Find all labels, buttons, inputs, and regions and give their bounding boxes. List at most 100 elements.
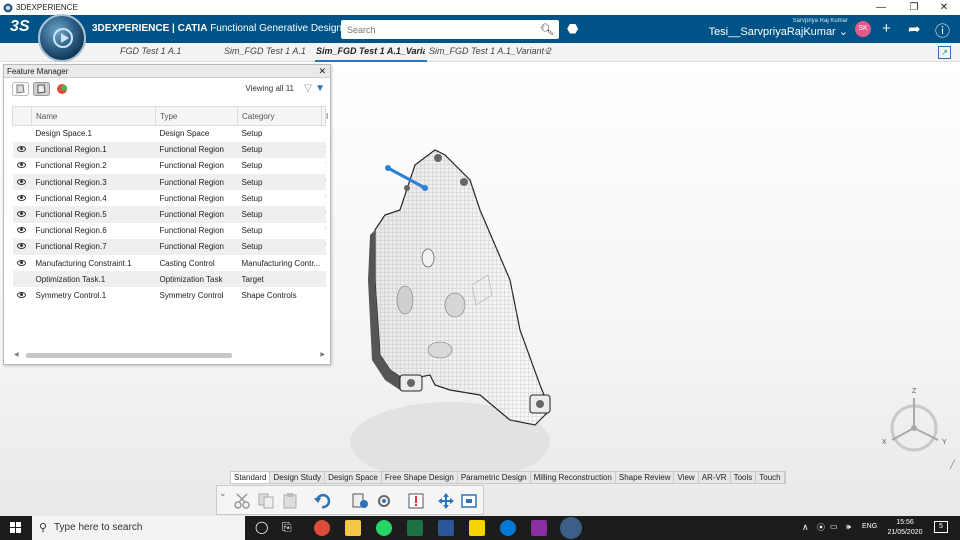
table-row[interactable]: Functional Region.1 Functional Region Setu… <box>12 141 326 158</box>
edge-icon[interactable] <box>500 520 516 536</box>
settings-icon[interactable] <box>375 492 393 510</box>
battery-icon[interactable]: ▭ <box>830 522 838 531</box>
action-tab-shape-review[interactable]: Shape Review <box>616 472 675 483</box>
resize-grip-icon[interactable]: ╱ <box>950 460 955 469</box>
column-header-category[interactable]: Category <box>237 106 322 126</box>
axis-triad[interactable] <box>880 388 948 452</box>
search-icon[interactable]: 🔍︎ <box>540 23 554 36</box>
visibility-cell[interactable] <box>12 174 32 191</box>
excel-icon[interactable] <box>407 520 423 536</box>
results-view-icon[interactable] <box>54 82 71 96</box>
paste-icon[interactable] <box>281 492 299 510</box>
action-tab-free-shape-design[interactable]: Free Shape Design <box>382 472 458 483</box>
move-icon[interactable] <box>437 492 455 510</box>
tab-sim-fgd-variant-2[interactable]: Sim_FGD Test 1 A.1_Variant 2 <box>429 46 552 56</box>
windows-start-icon[interactable] <box>10 522 22 534</box>
tray-expand-icon[interactable]: ∧ <box>802 522 809 533</box>
table-row[interactable]: Functional Region.4 Functional Region Setu… <box>13 190 326 206</box>
search-box[interactable]: 🔍︎ <box>341 20 559 39</box>
visibility-cell[interactable] <box>13 190 32 206</box>
feature-manager-title-bar[interactable]: Feature Manager ✕ <box>4 65 330 78</box>
table-row[interactable]: Functional Region.5 Functional Region Setu… <box>12 206 326 223</box>
eye-icon[interactable] <box>16 259 26 266</box>
tab-sim-fgd[interactable]: Sim_FGD Test 1 A.1 <box>224 46 306 56</box>
add-tab-button[interactable]: + <box>544 46 549 56</box>
eye-icon[interactable] <box>16 211 26 218</box>
tree-view-icon[interactable] <box>33 82 50 96</box>
table-row[interactable]: Functional Region.3 Functional Region Setu… <box>12 174 326 191</box>
table-row[interactable]: Optimization Task.1 Optimization Task Targ… <box>12 271 326 288</box>
search-input[interactable] <box>341 20 531 39</box>
visibility-cell[interactable] <box>13 287 32 303</box>
table-row[interactable]: Manufacturing Constraint.1 Casting Contro… <box>13 255 326 271</box>
action-tab-view[interactable]: View <box>674 472 699 483</box>
avatar[interactable]: SK <box>855 21 871 37</box>
sticky-notes-icon[interactable] <box>469 520 485 536</box>
action-tab-touch[interactable]: Touch <box>756 472 785 483</box>
minimize-button[interactable]: — <box>867 0 895 15</box>
eye-icon[interactable] <box>16 227 26 234</box>
file-explorer-icon[interactable] <box>345 520 361 536</box>
warning-icon[interactable] <box>407 492 425 510</box>
volume-icon[interactable]: 🕪︎ <box>846 522 851 532</box>
taskbar-search[interactable]: ⚲ Type here to search <box>32 516 245 540</box>
table-row[interactable]: Functional Region.7 Functional Region Setu… <box>12 238 326 255</box>
eye-icon[interactable] <box>16 194 26 201</box>
column-header-name[interactable]: Name <box>31 106 156 126</box>
user-info[interactable]: Sarvpriya Raj Kumar Tesi__SarvpriyaRajKu… <box>709 18 848 38</box>
action-tab-ar-vr[interactable]: AR-VR <box>699 472 731 483</box>
tab-sim-fgd-variant[interactable]: Sim_FGD Test 1 A.1_Varian <box>316 46 425 56</box>
language-indicator[interactable]: ENG <box>862 523 877 530</box>
share-icon[interactable]: ➦ <box>908 20 921 38</box>
app-icon[interactable] <box>531 520 547 536</box>
visibility-cell[interactable] <box>13 126 32 142</box>
column-header-extra[interactable]: I <box>321 106 328 126</box>
clock[interactable]: 15:56 21/05/2020 <box>885 518 925 538</box>
play-icon[interactable] <box>53 28 73 48</box>
close-icon[interactable]: ✕ <box>318 65 326 78</box>
visibility-cell[interactable] <box>13 223 32 239</box>
tag-icon[interactable]: ⬣ <box>567 21 578 37</box>
collapse-action-bar-icon[interactable]: ⌄ <box>219 488 227 499</box>
action-tab-design-study[interactable]: Design Study <box>270 472 326 483</box>
table-row[interactable]: Design Space.1 Design Space Setup F <box>13 126 326 142</box>
eye-icon[interactable] <box>16 178 26 185</box>
eye-icon[interactable] <box>16 243 26 250</box>
eye-icon[interactable] <box>16 162 26 169</box>
eye-icon[interactable] <box>16 291 26 298</box>
fit-all-icon[interactable] <box>460 492 478 510</box>
close-window-button[interactable]: ✕ <box>930 0 958 15</box>
action-tab-tools[interactable]: Tools <box>731 472 757 483</box>
visibility-cell[interactable] <box>12 271 32 288</box>
undo-icon[interactable] <box>313 492 331 510</box>
filter-icon[interactable]: ▽ <box>304 83 312 94</box>
action-tab-standard[interactable]: Standard <box>231 472 271 483</box>
column-header-type[interactable]: Type <box>155 106 238 126</box>
column-header-visibility[interactable] <box>12 106 32 126</box>
compass-widget[interactable] <box>38 14 86 62</box>
notifications-icon[interactable]: 5 <box>934 521 948 533</box>
copy-icon[interactable] <box>257 492 275 510</box>
eye-icon[interactable] <box>16 146 26 153</box>
task-view-icon[interactable]: ⎘ <box>282 520 292 535</box>
action-tab-design-space[interactable]: Design Space <box>325 472 382 483</box>
scroll-right-icon[interactable]: ▶ <box>320 351 325 358</box>
cut-icon[interactable] <box>233 492 251 510</box>
help-icon[interactable]: ⓘ <box>935 20 950 41</box>
visibility-cell[interactable] <box>12 141 32 158</box>
advanced-filter-icon[interactable]: ▼ <box>315 83 325 94</box>
visibility-cell[interactable] <box>13 255 32 271</box>
restore-button[interactable]: ❐ <box>900 0 928 15</box>
user-name[interactable]: Tesi__SarvpriyaRajKumar ⌄ <box>709 25 848 38</box>
visibility-cell[interactable] <box>12 238 32 255</box>
plus-icon[interactable]: + <box>882 20 891 37</box>
update-icon[interactable] <box>351 492 369 510</box>
3dexperience-taskbar-icon[interactable] <box>560 517 582 539</box>
action-tab-parametric-design[interactable]: Parametric Design <box>458 472 531 483</box>
scrollbar-thumb[interactable] <box>26 353 232 358</box>
table-row[interactable]: Symmetry Control.1 Symmetry Control Shape … <box>13 287 326 303</box>
horizontal-scrollbar[interactable]: ◀ ▶ <box>14 351 325 359</box>
optimized-part[interactable] <box>360 140 560 430</box>
visibility-cell[interactable] <box>12 206 32 223</box>
whatsapp-icon[interactable] <box>376 520 392 536</box>
